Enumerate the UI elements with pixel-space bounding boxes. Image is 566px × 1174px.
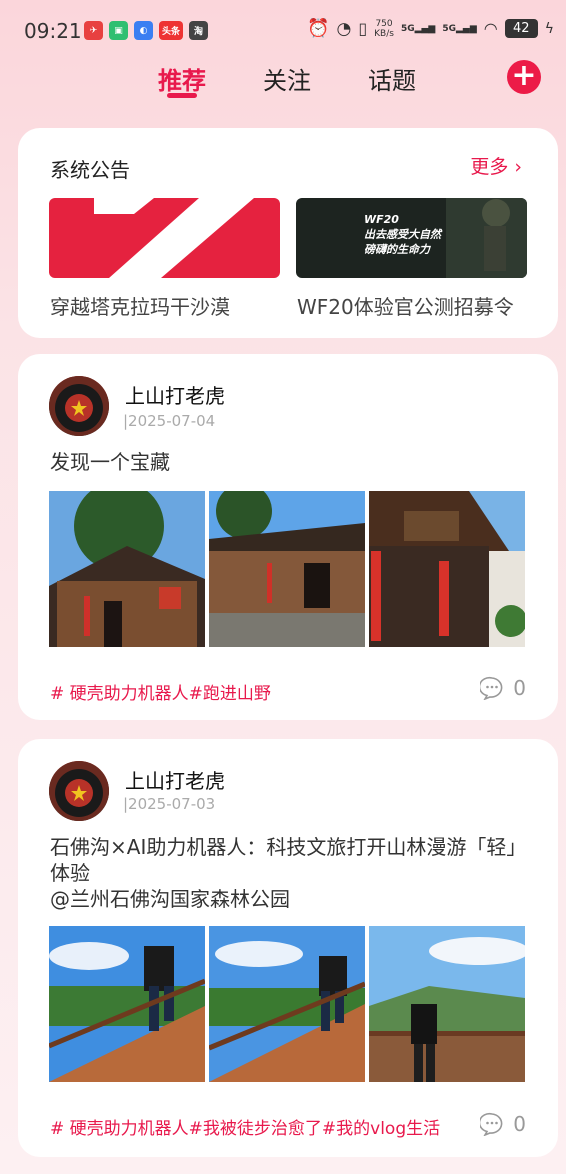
charging-icon: ϟ: [544, 20, 554, 37]
post-date: |2025-07-03: [123, 795, 216, 813]
post-photo[interactable]: [369, 491, 525, 647]
tab-following[interactable]: 关注: [263, 61, 311, 96]
post-tags[interactable]: # 硬壳助力机器人#跑进山野: [50, 679, 271, 704]
post-date: |2025-07-04: [123, 412, 216, 430]
battery-icon: 42: [504, 19, 538, 38]
comment-button[interactable]: 0: [480, 1112, 526, 1136]
sim1-label: 5G: [400, 23, 415, 34]
comment-count: 0: [513, 676, 526, 700]
post-photo[interactable]: [369, 926, 525, 1082]
announcement-image-wf20[interactable]: WF20 出去感受大自然 磅礴的生命力: [296, 198, 527, 278]
post-photo[interactable]: [49, 926, 205, 1082]
signal-sim2: 5G▂▄▆: [442, 24, 476, 34]
comment-icon: [480, 676, 503, 700]
comment-icon: [480, 1112, 503, 1136]
sim2-label: 5G: [442, 23, 457, 34]
announcement-caption[interactable]: 穿越塔克拉玛干沙漠: [50, 291, 230, 320]
app-notification-icon: ▣: [109, 21, 128, 40]
post-photo[interactable]: [209, 926, 365, 1082]
comment-button[interactable]: 0: [480, 676, 526, 700]
status-indicators: ⏰ ◔ ▯ 750 KB/s 5G▂▄▆ 5G▂▄▆ ◠ 42 ϟ: [307, 18, 554, 39]
toutiao-icon: 头条: [159, 21, 183, 40]
announcement-card: 系统公告 更多 › 穿越塔克拉玛干沙漠 WF20 出去感受大自然 磅礴的生命力 …: [18, 128, 558, 338]
alarm-icon: ⏰: [307, 18, 330, 39]
signal-icon: ▂▄▆: [456, 23, 477, 34]
post-card[interactable]: 上山打老虎 |2025-07-03 石佛沟×AI助力机器人：科技文旅打开山林漫游…: [18, 739, 558, 1157]
post-text: 发现一个宝藏: [50, 450, 170, 474]
speed-unit: KB/s: [374, 28, 394, 39]
announcement-image-desert[interactable]: [49, 198, 280, 278]
wf20-text: WF20: [364, 213, 399, 226]
status-bar: 09:21 ✈ ▣ ◐ 头条 淘 ⏰ ◔ ▯ 750 KB/s 5G▂▄▆ 5G…: [0, 0, 566, 60]
vibrate-icon: ▯: [358, 19, 368, 38]
app-notification-icon: ◐: [134, 21, 153, 40]
post-photo[interactable]: [209, 491, 365, 647]
status-time: 09:21: [24, 19, 82, 43]
wf20-slogan-1: 出去感受大自然: [364, 228, 441, 241]
network-speed: 750 KB/s: [374, 19, 394, 39]
add-post-button[interactable]: +: [507, 60, 541, 94]
username[interactable]: 上山打老虎: [125, 380, 225, 409]
signal-sim1: 5G▂▄▆: [401, 24, 435, 34]
taobao-icon: 淘: [189, 21, 208, 40]
tab-recommend[interactable]: 推荐: [158, 61, 206, 96]
chevron-right-icon: ›: [514, 156, 522, 178]
notification-icons: ✈ ▣ ◐ 头条 淘: [84, 21, 208, 40]
post-photo[interactable]: [49, 491, 205, 647]
photo-grid: [49, 491, 525, 647]
post-card[interactable]: 上山打老虎 |2025-07-04 发现一个宝藏 # 硬壳助力机器人#跑进山野 …: [18, 354, 558, 720]
username[interactable]: 上山打老虎: [125, 765, 225, 794]
wf20-slogan-2: 磅礴的生命力: [364, 243, 430, 256]
avatar[interactable]: [49, 761, 109, 821]
speed-value: 750: [375, 18, 393, 29]
photo-grid: [49, 926, 525, 1082]
tab-topics[interactable]: 话题: [368, 61, 416, 96]
more-label: 更多: [470, 156, 509, 178]
announcement-caption[interactable]: WF20体验官公测招募令: [297, 291, 514, 320]
top-tabs: 推荐 关注 话题 +: [0, 58, 566, 102]
more-link[interactable]: 更多 ›: [470, 152, 522, 179]
speedometer-icon: ◔: [336, 18, 352, 39]
avatar[interactable]: [49, 376, 109, 436]
post-tags[interactable]: # 硬壳助力机器人#我被徒步治愈了#我的vlog生活: [50, 1114, 440, 1139]
app-notification-icon: ✈: [84, 21, 103, 40]
wifi-icon: ◠: [483, 19, 498, 38]
announcement-title: 系统公告: [50, 158, 130, 182]
comment-count: 0: [513, 1112, 526, 1136]
post-text: 石佛沟×AI助力机器人：科技文旅打开山林漫游「轻」体验 @兰州石佛沟国家森林公园: [50, 835, 527, 911]
signal-icon: ▂▄▆: [414, 23, 436, 34]
active-tab-indicator: [167, 93, 197, 98]
